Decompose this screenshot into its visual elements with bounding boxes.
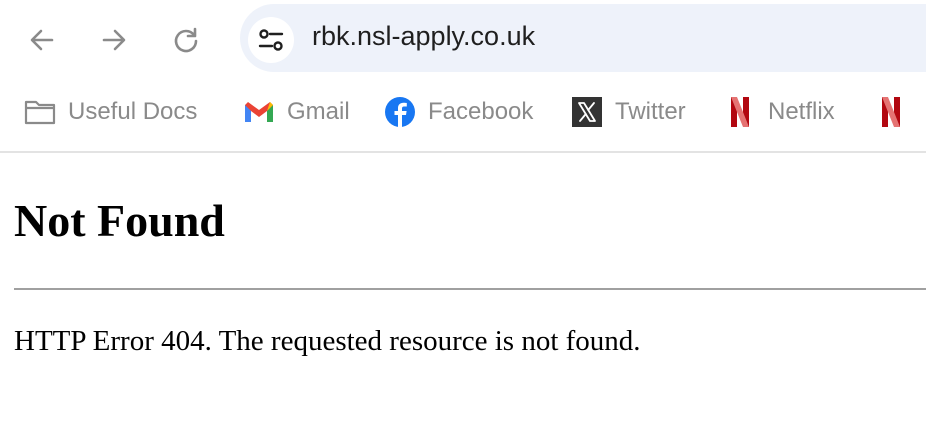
- reload-button[interactable]: [168, 22, 204, 58]
- browser-toolbar: rbk.nsl-apply.co.uk Useful Docs Gmail Fa…: [0, 0, 926, 153]
- site-info-button[interactable]: [248, 17, 294, 63]
- bookmark-useful-docs[interactable]: Useful Docs: [24, 95, 197, 129]
- page-title: Not Found: [14, 195, 225, 246]
- x-icon: [571, 96, 603, 128]
- netflix-icon: [875, 96, 907, 128]
- bookmark-facebook[interactable]: Facebook: [384, 95, 533, 129]
- tune-icon: [258, 29, 284, 51]
- arrow-left-icon: [30, 29, 54, 51]
- url-text[interactable]: rbk.nsl-apply.co.uk: [312, 21, 535, 52]
- page-content: Not Found HTTP Error 404. The requested …: [0, 153, 926, 434]
- bookmark-label: Gmail: [287, 98, 350, 125]
- bookmark-label: Twitter: [615, 98, 686, 125]
- bookmark-label: Netflix: [768, 98, 835, 125]
- netflix-icon: [724, 96, 756, 128]
- bookmark-label: Facebook: [428, 98, 534, 125]
- bookmark-gmail[interactable]: Gmail: [243, 95, 350, 129]
- bookmark-netflix-2[interactable]: [875, 95, 919, 129]
- folder-icon: [24, 96, 56, 128]
- arrow-right-icon: [102, 29, 126, 51]
- horizontal-rule: [14, 288, 926, 290]
- bookmark-label: Useful Docs: [68, 98, 198, 125]
- bookmark-netflix[interactable]: Netflix: [724, 95, 835, 129]
- back-button[interactable]: [24, 22, 60, 58]
- forward-button[interactable]: [96, 22, 132, 58]
- facebook-icon: [384, 96, 416, 128]
- gmail-icon: [243, 96, 275, 128]
- bookmark-twitter[interactable]: Twitter: [571, 95, 686, 129]
- reload-icon: [174, 27, 198, 53]
- error-message: HTTP Error 404. The requested resource i…: [14, 325, 641, 357]
